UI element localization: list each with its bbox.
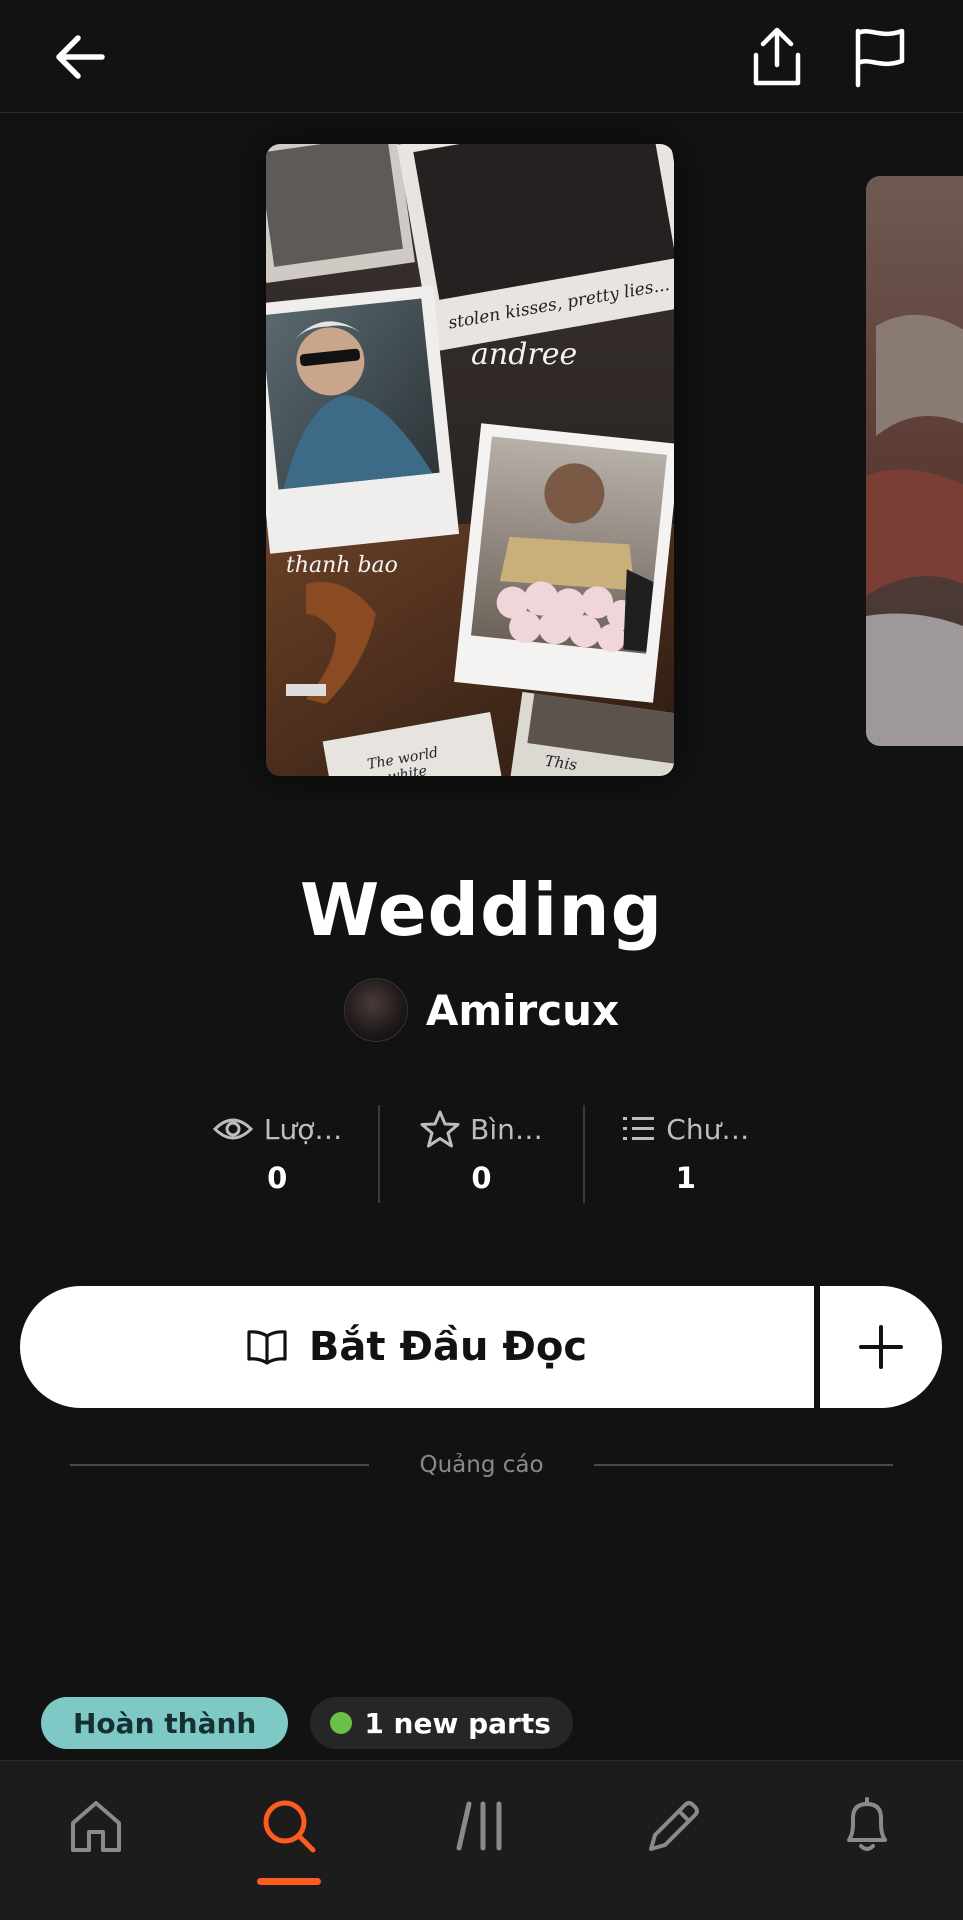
stat-votes-value: 0 — [471, 1161, 492, 1195]
nav-search[interactable] — [193, 1761, 386, 1891]
add-to-library-button[interactable] — [820, 1286, 942, 1408]
author-row[interactable]: Amircux — [0, 978, 963, 1042]
nav-library[interactable] — [385, 1761, 578, 1891]
story-tags: Hoàn thành 1 new parts — [41, 1697, 573, 1749]
plus-icon — [859, 1325, 903, 1369]
bottom-nav — [0, 1760, 963, 1920]
author-avatar[interactable] — [343, 978, 408, 1042]
author-name[interactable]: Amircux — [426, 986, 619, 1035]
book-cover[interactable]: stolen kisses, pretty lies... andree tha… — [266, 144, 674, 776]
list-icon — [623, 1117, 655, 1140]
new-parts-label: 1 new parts — [364, 1706, 551, 1740]
bell-icon — [846, 1797, 887, 1851]
star-icon — [420, 1110, 460, 1148]
new-parts-badge: 1 new parts — [310, 1697, 573, 1749]
search-icon — [263, 1800, 316, 1853]
stat-reads-value: 0 — [267, 1161, 288, 1195]
next-cover-image — [866, 176, 963, 746]
back-button[interactable] — [45, 22, 115, 92]
book-icon — [247, 1330, 287, 1365]
library-icon — [456, 1801, 502, 1851]
home-icon — [71, 1801, 122, 1852]
completed-badge: Hoàn thành — [41, 1697, 289, 1749]
nav-write[interactable] — [578, 1761, 771, 1891]
divider — [593, 1464, 894, 1466]
divider — [70, 1464, 370, 1466]
top-bar — [0, 0, 963, 113]
nav-notifications[interactable] — [770, 1761, 963, 1891]
active-tab-indicator — [256, 1878, 321, 1885]
ad-label: Quảng cáo — [419, 1452, 544, 1478]
stat-reads: Lượ… 0 — [176, 1105, 378, 1203]
cover-carousel[interactable]: stolen kisses, pretty lies... andree tha… — [0, 113, 963, 813]
report-button[interactable] — [845, 22, 915, 92]
stat-parts-value: 1 — [675, 1161, 696, 1195]
stat-votes-label: Bìn… — [470, 1112, 543, 1146]
stat-parts: Chư… 1 — [582, 1105, 787, 1203]
svg-text:andree: andree — [471, 337, 577, 372]
story-title: Wedding — [299, 868, 664, 952]
stat-parts-label: Chư… — [666, 1112, 750, 1146]
story-stats: Lượ… 0 Bìn… 0 Chư… 1 — [176, 1105, 787, 1203]
ad-separator: Quảng cáo — [70, 1452, 894, 1478]
cover-collage-image: stolen kisses, pretty lies... andree tha… — [266, 144, 674, 776]
start-reading-label: Bắt Đầu Đọc — [308, 1324, 588, 1370]
share-icon — [753, 27, 801, 86]
stat-reads-label: Lượ… — [263, 1112, 343, 1146]
svg-text:thanh bao: thanh bao — [286, 553, 398, 578]
next-book-cover[interactable] — [866, 176, 963, 746]
write-icon — [649, 1801, 700, 1851]
flag-icon — [855, 28, 905, 88]
share-button[interactable] — [742, 22, 812, 92]
new-indicator-dot — [330, 1712, 353, 1734]
stat-votes: Bìn… 0 — [378, 1105, 582, 1203]
start-reading-button[interactable]: Bắt Đầu Đọc — [20, 1286, 814, 1408]
nav-home[interactable] — [0, 1761, 193, 1891]
eye-icon — [212, 1118, 254, 1140]
arrow-left-icon — [56, 35, 105, 79]
